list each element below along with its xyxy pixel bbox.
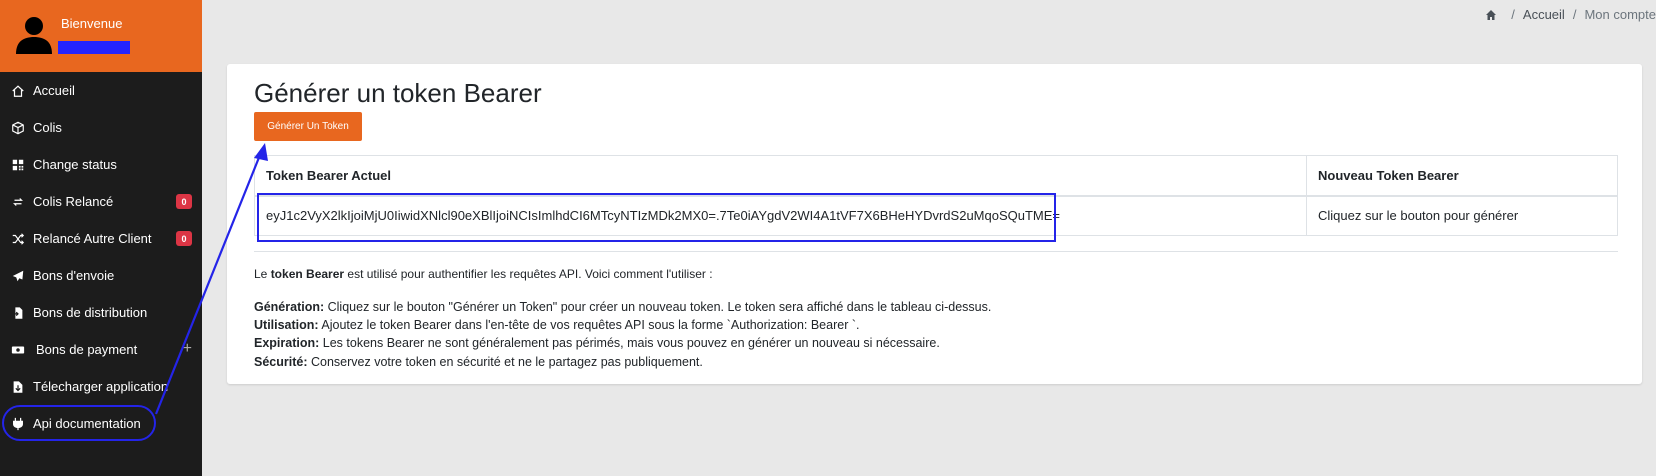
sidebar-item-bons-distribution[interactable]: Bons de distribution — [0, 294, 202, 331]
breadcrumb-current: Mon compte — [1584, 7, 1656, 22]
description-text: Le token Bearer est utilisé pour authent… — [254, 267, 713, 281]
file-download-icon — [10, 379, 26, 395]
sidebar-item-label: Accueil — [33, 83, 75, 98]
info-list: Génération: Cliquez sur le bouton "Génér… — [254, 298, 991, 371]
token-card: Générer un token Bearer Générer Un Token… — [227, 64, 1642, 384]
info-text: Les tokens Bearer ne sont généralement p… — [319, 336, 940, 351]
refresh-icon — [10, 194, 26, 210]
box-icon — [10, 120, 26, 136]
file-import-icon — [10, 305, 26, 321]
info-label: Sécurité: — [254, 354, 308, 369]
sidebar-item-label: Bons de payment — [36, 342, 138, 357]
info-label: Utilisation: — [254, 318, 319, 333]
sidebar-item-change-status[interactable]: Change status — [0, 146, 202, 183]
money-icon — [10, 342, 26, 358]
info-line-expiration: Expiration: Les tokens Bearer ne sont gé… — [254, 334, 991, 352]
token-table: Token Bearer Actuel Nouveau Token Bearer… — [254, 155, 1618, 236]
column-header-new-token: Nouveau Token Bearer — [1306, 155, 1618, 197]
sidebar-item-label: Relancé Autre Client — [33, 231, 152, 246]
description-suffix: est utilisé pour authentifier les requêt… — [344, 267, 713, 281]
info-line-generation: Génération: Cliquez sur le bouton "Génér… — [254, 298, 991, 316]
welcome-text: Bienvenue — [61, 16, 123, 31]
sidebar-nav: Accueil Colis Change status Colis Relanc… — [0, 72, 202, 442]
sidebar-item-accueil[interactable]: Accueil — [0, 72, 202, 109]
count-badge: 0 — [176, 231, 192, 246]
info-text: Cliquez sur le bouton "Générer un Token"… — [324, 300, 992, 314]
description-bold: token Bearer — [270, 267, 345, 281]
sidebar-item-colis-relance[interactable]: Colis Relancé 0 — [0, 183, 202, 220]
sidebar-item-label: Bons d'envoie — [33, 268, 115, 283]
table-header-row: Token Bearer Actuel Nouveau Token Bearer — [254, 155, 1618, 197]
count-badge: 0 — [176, 194, 192, 209]
sidebar-item-bons-payment[interactable]: Bons de payment + — [0, 331, 202, 368]
info-line-utilisation: Utilisation: Ajoutez le token Bearer dan… — [254, 316, 991, 334]
sidebar-item-label: Télecharger application — [33, 379, 169, 394]
sidebar: Bienvenue Accueil Colis Change status Co… — [0, 0, 202, 476]
expand-plus-icon[interactable]: + — [183, 340, 192, 358]
divider — [254, 251, 1618, 252]
home-icon — [10, 83, 26, 99]
username-redacted — [58, 41, 130, 54]
sidebar-item-label: Change status — [33, 157, 117, 172]
sidebar-item-label: Colis Relancé — [33, 194, 114, 209]
info-text: Conservez votre token en sécurité et ne … — [307, 354, 703, 369]
sidebar-item-label: Colis — [33, 120, 62, 135]
description-prefix: Le — [254, 267, 271, 281]
breadcrumb: / Accueil / Mon compte — [1485, 7, 1656, 22]
plug-icon — [10, 416, 26, 432]
sidebar-item-colis[interactable]: Colis — [0, 109, 202, 146]
info-label: Expiration: — [254, 336, 320, 351]
sidebar-item-bons-envoie[interactable]: Bons d'envoie — [0, 257, 202, 294]
shuffle-icon — [10, 231, 26, 247]
sidebar-item-relance-autre-client[interactable]: Relancé Autre Client 0 — [0, 220, 202, 257]
table-row: eyJ1c2VyX2lkIjoiMjU0IiwidXNlcl90eXBlIjoi… — [254, 195, 1618, 236]
current-token-value[interactable]: eyJ1c2VyX2lkIjoiMjU0IiwidXNlcl90eXBlIjoi… — [254, 195, 1307, 236]
info-label: Génération: — [254, 300, 325, 314]
qrcode-icon — [10, 157, 26, 173]
home-icon[interactable] — [1485, 9, 1497, 21]
user-avatar-icon — [16, 17, 52, 54]
info-text: Ajoutez le token Bearer dans l'en-tête d… — [318, 318, 860, 333]
breadcrumb-separator: / — [1572, 7, 1577, 22]
new-token-value: Cliquez sur le bouton pour générer — [1306, 195, 1618, 236]
sidebar-item-label: Bons de distribution — [33, 305, 148, 320]
sidebar-item-label: Api documentation — [33, 416, 141, 431]
paper-plane-icon — [10, 268, 26, 284]
breadcrumb-separator: / — [1511, 7, 1515, 22]
info-line-securite: Sécurité: Conservez votre token en sécur… — [254, 353, 991, 371]
sidebar-item-api-documentation[interactable]: Api documentation — [0, 405, 202, 442]
user-panel: Bienvenue — [0, 0, 202, 72]
sidebar-item-telecharger-application[interactable]: Télecharger application — [0, 368, 202, 405]
breadcrumb-link-accueil[interactable]: Accueil — [1523, 7, 1565, 22]
column-header-current-token: Token Bearer Actuel — [254, 155, 1307, 197]
page-title: Générer un token Bearer — [254, 78, 542, 108]
generate-token-button[interactable]: Générer Un Token — [254, 112, 362, 141]
